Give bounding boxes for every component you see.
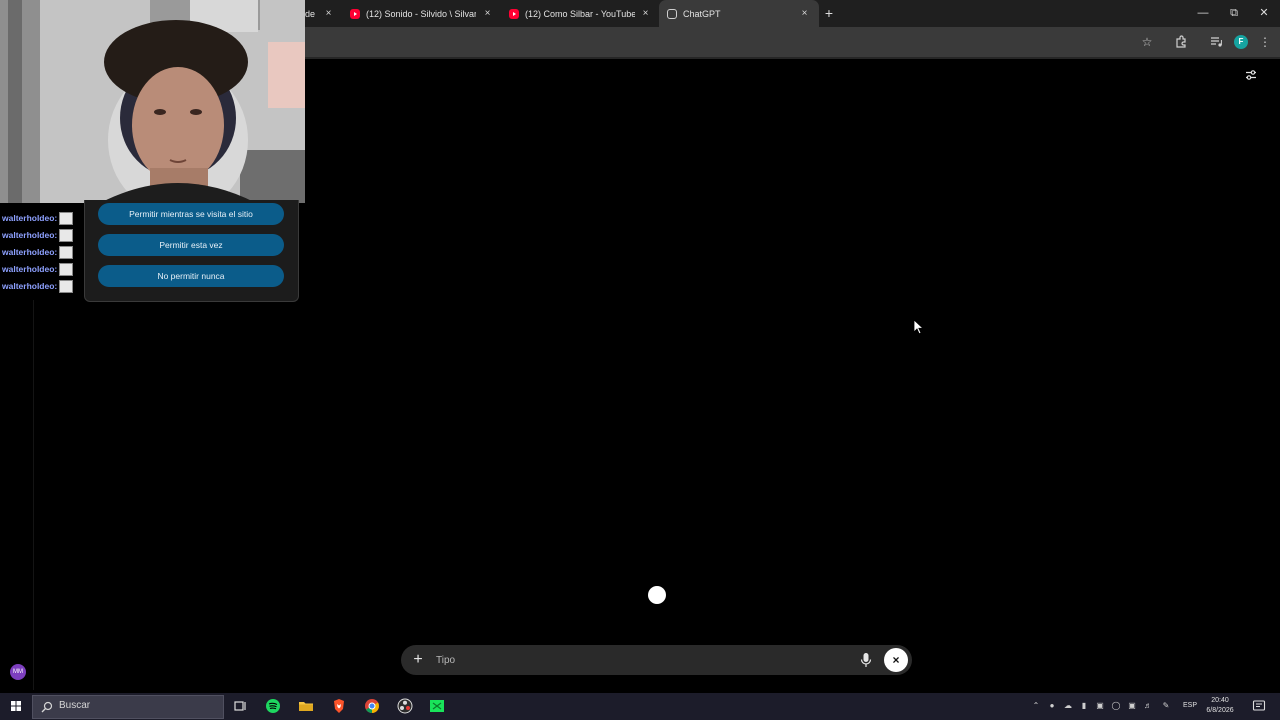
mouse-pointer-icon xyxy=(913,319,925,335)
chat-username: walterholdeo: xyxy=(2,213,58,223)
chatgpt-icon xyxy=(667,8,677,19)
tray-cloud-icon[interactable]: ☁ xyxy=(1063,701,1073,711)
new-tab-button[interactable]: + xyxy=(822,6,836,20)
restore-icon[interactable]: ⧉ xyxy=(1227,6,1241,20)
tray-language[interactable]: ESP xyxy=(1183,702,1197,709)
allow-while-visiting-button[interactable]: Permitir mientras se visita el sitio xyxy=(98,203,284,225)
file-explorer-icon[interactable] xyxy=(298,698,314,714)
chat-badge: MM xyxy=(10,664,26,680)
chat-username: walterholdeo: xyxy=(2,264,58,274)
tab-close-icon[interactable]: × xyxy=(481,7,494,20)
profile-avatar[interactable]: F xyxy=(1234,35,1248,49)
tray-clock[interactable]: 20:40 6/8/2026 xyxy=(1200,696,1240,716)
window-close-icon[interactable]: ✕ xyxy=(1257,6,1271,20)
tray-pen-icon[interactable]: ✎ xyxy=(1161,701,1171,711)
emote-image xyxy=(59,279,74,293)
end-voice-button[interactable]: × xyxy=(884,648,908,672)
tray-discord-icon[interactable]: ● xyxy=(1047,701,1057,711)
chat-username: walterholdeo: xyxy=(2,281,58,291)
chrome-icon[interactable] xyxy=(364,698,380,714)
emote-image xyxy=(59,228,74,242)
menu-kebab-icon[interactable]: ⋮ xyxy=(1258,35,1272,49)
obs-studio-icon[interactable] xyxy=(397,698,413,714)
spotify-icon[interactable] xyxy=(265,698,281,714)
tab-sonido-silvido[interactable]: (12) Sonido - Silvido \ Silvar - Y xyxy=(350,0,476,27)
voice-orb xyxy=(648,586,666,604)
tray-shield-icon[interactable]: ◯ xyxy=(1111,701,1121,711)
screen: de × (12) Sonido - Silvido \ Silvar - Y … xyxy=(0,0,1280,720)
tab-como-silbar[interactable]: (12) Como Silbar - YouTube xyxy=(509,0,635,27)
tray-volume-icon[interactable]: ♬ xyxy=(1143,701,1153,711)
media-control-icon[interactable] xyxy=(1209,35,1223,49)
task-view-icon[interactable] xyxy=(232,698,248,714)
emote-image xyxy=(59,262,74,276)
message-input[interactable] xyxy=(432,650,852,670)
green-app-icon[interactable] xyxy=(429,698,445,714)
brave-browser-icon[interactable] xyxy=(331,698,347,714)
tab-title: (12) Como Silbar - YouTube xyxy=(525,8,635,19)
taskbar-search-label: Buscar xyxy=(59,700,91,711)
tray-chevron-up-icon[interactable]: ⌃ xyxy=(1031,701,1041,711)
extensions-icon[interactable] xyxy=(1174,35,1188,49)
never-allow-button[interactable]: No permitir nunca xyxy=(98,265,284,287)
chat-message: walterholdeo: xyxy=(2,245,74,259)
tab-close-icon[interactable]: × xyxy=(322,7,335,20)
tab-title: de xyxy=(305,8,316,19)
webcam-image xyxy=(0,0,305,203)
tab-title: ChatGPT xyxy=(683,8,721,19)
emote-image xyxy=(59,211,74,225)
chat-message: walterholdeo: xyxy=(2,211,74,225)
tray-display-icon[interactable]: ▣ xyxy=(1095,701,1105,711)
youtube-icon xyxy=(509,8,519,19)
tab-close-icon[interactable]: × xyxy=(798,7,811,20)
allow-this-time-button[interactable]: Permitir esta vez xyxy=(98,234,284,256)
plus-icon[interactable]: + xyxy=(410,652,426,668)
windows-start-icon[interactable] xyxy=(0,693,32,720)
emote-image xyxy=(59,245,74,259)
search-icon xyxy=(41,701,53,713)
tab-close-icon[interactable]: × xyxy=(639,7,652,20)
tray-microphone-icon[interactable]: ▮ xyxy=(1079,701,1089,711)
stream-chat: walterholdeo: walterholdeo: walterholdeo… xyxy=(0,203,80,295)
tray-time: 20:40 xyxy=(1211,697,1229,704)
tray-date: 6/8/2026 xyxy=(1206,707,1234,714)
notifications-icon[interactable] xyxy=(1252,699,1266,713)
chat-message: walterholdeo: xyxy=(2,228,74,242)
chat-message: walterholdeo: xyxy=(2,262,74,276)
tray-network-icon[interactable]: ▣ xyxy=(1127,701,1137,711)
webcam-overlay xyxy=(0,0,305,203)
bookmark-star-icon[interactable]: ☆ xyxy=(1140,35,1154,49)
chat-message: walterholdeo: xyxy=(2,279,74,293)
chat-username: walterholdeo: xyxy=(2,230,58,240)
tab-chatgpt[interactable]: ChatGPT xyxy=(659,0,819,27)
voice-settings-icon[interactable] xyxy=(1244,68,1258,82)
minimize-icon[interactable]: — xyxy=(1196,6,1210,20)
tab-title: (12) Sonido - Silvido \ Silvar - Y xyxy=(366,8,476,19)
youtube-icon xyxy=(350,8,360,19)
microphone-icon[interactable] xyxy=(859,652,873,668)
chat-divider xyxy=(33,300,34,690)
chat-username: walterholdeo: xyxy=(2,247,58,257)
